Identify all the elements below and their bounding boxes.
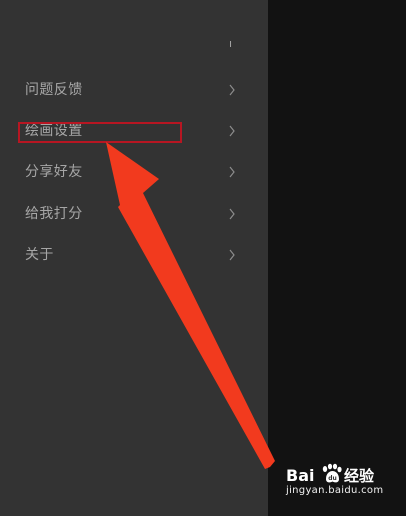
watermark-brand: du Bai 经验 (286, 463, 375, 485)
highlight-box (18, 122, 182, 143)
watermark-url: jingyan.baidu.com (286, 485, 384, 496)
chevron-right-icon (229, 84, 235, 96)
menu-item-about[interactable]: 关于 (0, 234, 268, 275)
menu-item-label: 关于 (25, 246, 54, 263)
menu-item-feedback[interactable]: 问题反馈 (0, 69, 268, 110)
chevron-right-icon (229, 208, 235, 219)
menu-item-label: 给我打分 (25, 205, 83, 222)
chevron-right-icon (229, 167, 235, 178)
menu-item-rate-us[interactable]: 给我打分 (0, 193, 268, 234)
menu-item-share-friends[interactable]: 分享好友 (0, 151, 268, 192)
dimmed-background[interactable] (268, 0, 406, 516)
chevron-right-icon (229, 125, 235, 137)
baidu-jingyan-watermark: du Bai 经验 jingyan.baidu.com (282, 462, 394, 502)
drawer-menu: 问题反馈 绘画设置 分享好友 给我打分 关于 (0, 69, 268, 275)
navigation-drawer: ı 问题反馈 绘画设置 分享好友 给我打分 关于 (0, 0, 268, 516)
baidu-paw-icon: du (322, 463, 342, 483)
menu-item-label: 问题反馈 (25, 82, 83, 98)
top-glyph: ı (229, 37, 233, 50)
chevron-right-icon (229, 249, 235, 261)
menu-item-label: 分享好友 (25, 164, 83, 181)
svg-text:du: du (328, 475, 337, 482)
